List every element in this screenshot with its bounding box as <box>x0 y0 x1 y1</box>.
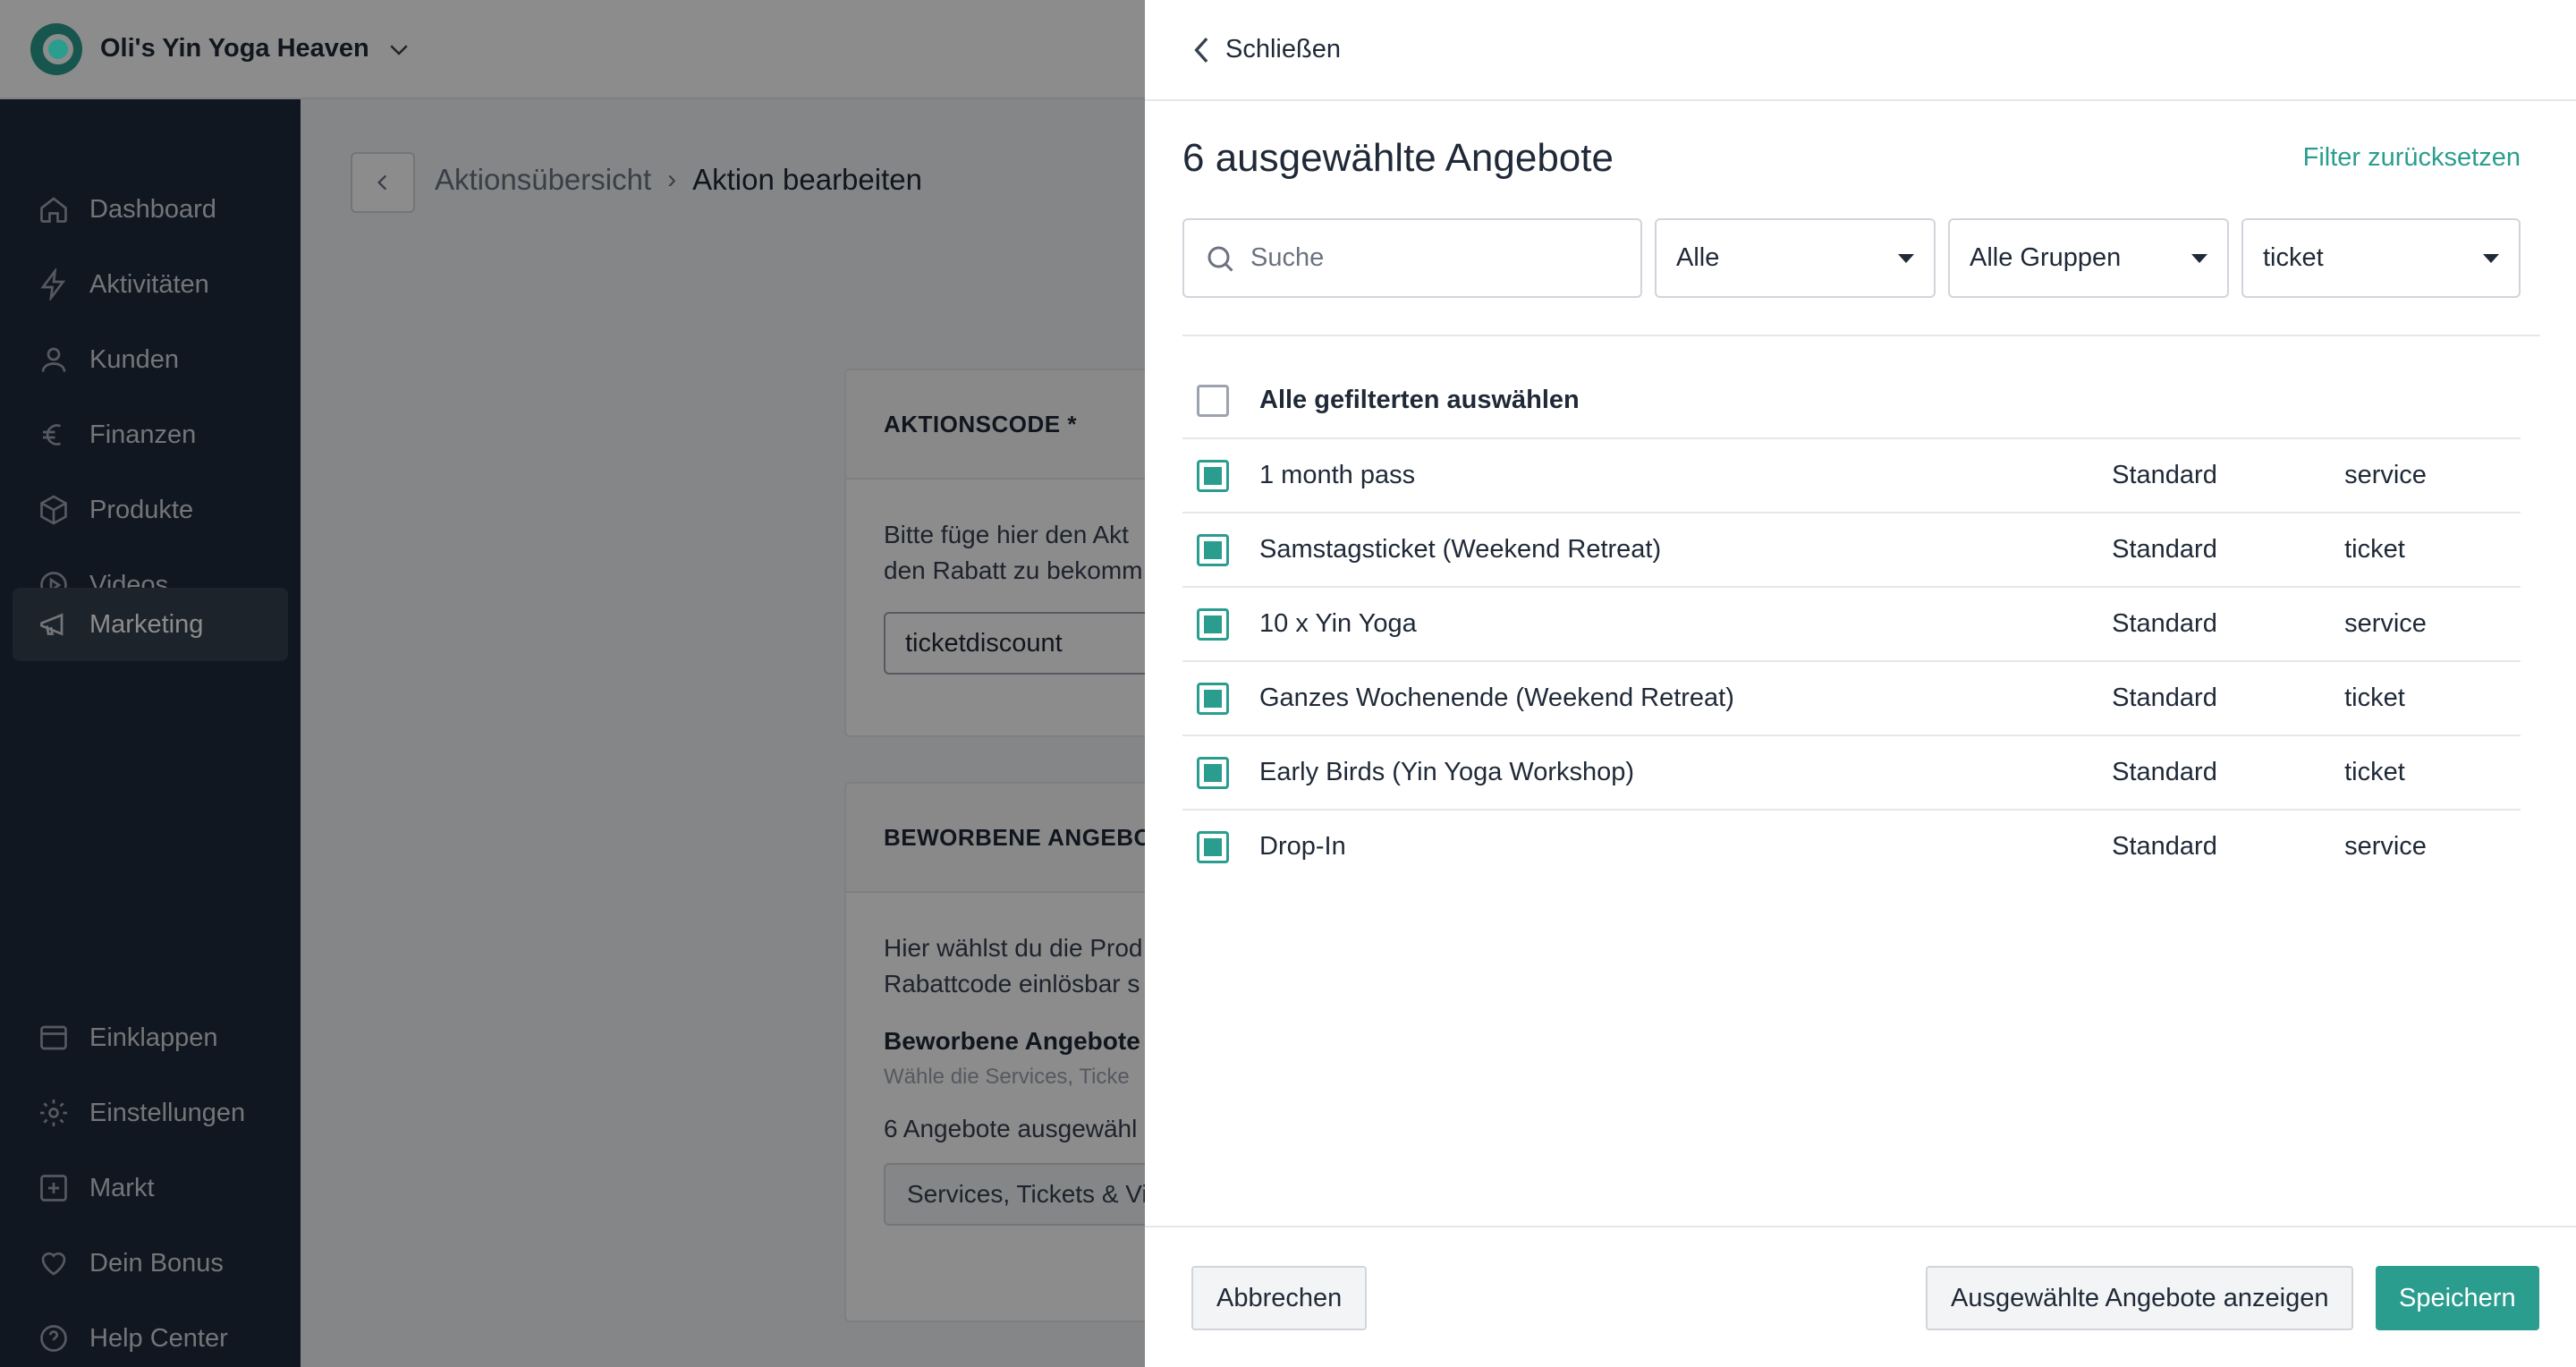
offer-name: Ganzes Wochenende (Weekend Retreat) <box>1259 684 1734 712</box>
close-button[interactable]: Schließen <box>1190 34 1341 66</box>
select-all-label: Alle gefilterten auswählen <box>1259 386 1580 414</box>
row-checkbox[interactable] <box>1197 830 1229 863</box>
offer-type: ticket <box>2344 758 2405 786</box>
offer-selection-drawer: Schließen 6 ausgewählte Angebote Filter … <box>1145 0 2576 1367</box>
table-row[interactable]: Drop-In Standard service <box>1182 809 2521 883</box>
row-checkbox[interactable] <box>1197 756 1229 789</box>
caret-down-icon <box>2191 253 2207 263</box>
type-filter-dropdown[interactable]: ticket <box>2241 218 2521 298</box>
divider <box>1182 335 2540 336</box>
offer-group: Standard <box>2112 832 2217 861</box>
reset-filters-link[interactable]: Filter zurücksetzen <box>2303 143 2521 173</box>
offer-group: Standard <box>2112 758 2217 786</box>
drawer-title: 6 ausgewählte Angebote <box>1182 136 1614 180</box>
select-all-checkbox[interactable] <box>1197 384 1229 417</box>
offer-type: service <box>2344 461 2427 489</box>
caret-down-icon <box>1898 253 1914 263</box>
cancel-button[interactable]: Abbrechen <box>1191 1266 1368 1330</box>
row-checkbox[interactable] <box>1197 459 1229 492</box>
offer-type: service <box>2344 609 2427 638</box>
modal-backdrop[interactable] <box>0 0 1145 1367</box>
select-all-row[interactable]: Alle gefilterten auswählen <box>1182 363 2521 437</box>
caret-down-icon <box>2483 253 2499 263</box>
group-filter-value: Alle Gruppen <box>1970 243 2122 272</box>
row-checkbox[interactable] <box>1197 682 1229 715</box>
close-label: Schließen <box>1225 35 1341 64</box>
table-row[interactable]: 10 x Yin Yoga Standard service <box>1182 586 2521 660</box>
drawer-footer: Abbrechen Ausgewählte Angebote anzeigen … <box>1145 1226 2576 1367</box>
offer-name: Drop-In <box>1259 832 1346 861</box>
chevron-left-icon <box>1194 37 1208 63</box>
row-checkbox[interactable] <box>1197 607 1229 641</box>
offer-group: Standard <box>2112 684 2217 712</box>
table-row[interactable]: Samstagsticket (Weekend Retreat) Standar… <box>1182 512 2521 586</box>
group-filter-dropdown[interactable]: Alle Gruppen <box>1948 218 2229 298</box>
offer-group: Standard <box>2112 535 2217 564</box>
offer-group: Standard <box>2112 609 2217 638</box>
filter-bar: Alle Alle Gruppen ticket <box>1182 218 2521 298</box>
offer-group: Standard <box>2112 461 2217 489</box>
table-row[interactable]: Ganzes Wochenende (Weekend Retreat) Stan… <box>1182 660 2521 734</box>
offer-type: ticket <box>2344 535 2405 564</box>
search-field[interactable] <box>1182 218 1642 298</box>
table-row[interactable]: Early Birds (Yin Yoga Workshop) Standard… <box>1182 734 2521 809</box>
search-input[interactable] <box>1250 243 1626 273</box>
status-filter-value: Alle <box>1676 243 1720 272</box>
offer-list: Alle gefilterten auswählen 1 month pass … <box>1182 363 2521 883</box>
type-filter-value: ticket <box>2263 243 2324 272</box>
offer-name: Early Birds (Yin Yoga Workshop) <box>1259 758 1635 786</box>
offer-type: service <box>2344 832 2427 861</box>
row-checkbox[interactable] <box>1197 533 1229 566</box>
show-selected-button[interactable]: Ausgewählte Angebote anzeigen <box>1926 1266 2354 1330</box>
offer-type: ticket <box>2344 684 2405 712</box>
table-row[interactable]: 1 month pass Standard service <box>1182 437 2521 512</box>
offer-name: 1 month pass <box>1259 461 1416 489</box>
save-button[interactable]: Speichern <box>2376 1266 2539 1330</box>
search-icon <box>1208 246 1233 272</box>
status-filter-dropdown[interactable]: Alle <box>1655 218 1936 298</box>
offer-name: 10 x Yin Yoga <box>1259 609 1417 638</box>
offer-name: Samstagsticket (Weekend Retreat) <box>1259 535 1662 564</box>
